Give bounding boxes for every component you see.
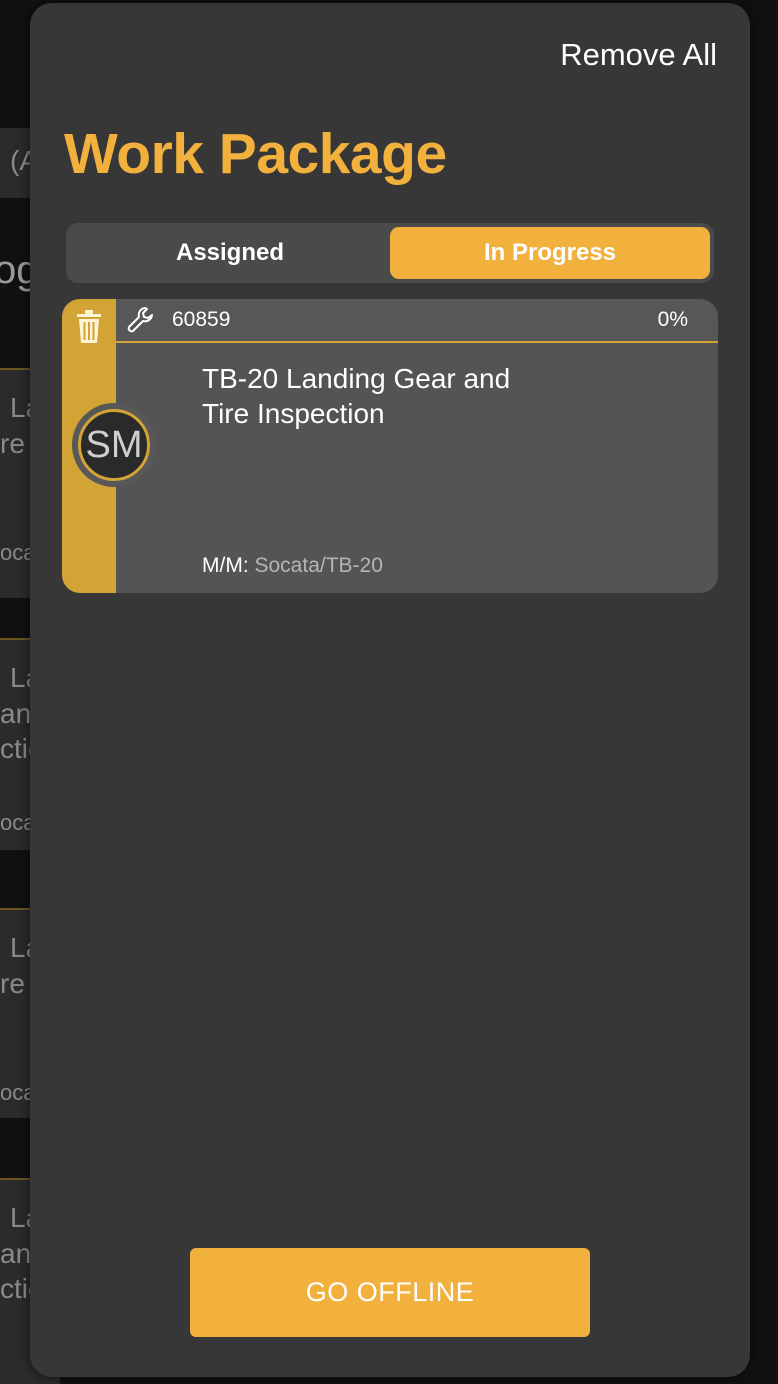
make-model-value: Socata/TB-20 <box>254 554 383 577</box>
tab-in-progress[interactable]: In Progress <box>390 227 710 279</box>
avatar: SM <box>72 403 156 487</box>
card-header: 60859 0% <box>116 299 718 343</box>
make-model-label: M/M: <box>202 554 249 577</box>
go-offline-button[interactable]: GO OFFLINE <box>190 1248 590 1337</box>
avatar-initials: SM <box>78 409 150 481</box>
page-title: Work Package <box>64 122 447 186</box>
work-order-card[interactable]: SM 60859 0% TB-20 Landing Gear and Tire … <box>62 299 718 593</box>
wrench-icon <box>127 307 153 333</box>
trash-icon[interactable] <box>73 309 105 345</box>
tab-assigned[interactable]: Assigned <box>70 227 390 279</box>
progress-percent: 0% <box>657 308 688 331</box>
make-model: M/M: Socata/TB-20 <box>202 554 383 578</box>
work-package-panel: Remove All Work Package Assigned In Prog… <box>30 3 750 1377</box>
remove-all-button[interactable]: Remove All <box>560 37 717 73</box>
status-segmented-control: Assigned In Progress <box>66 223 714 283</box>
work-order-number: 60859 <box>172 308 231 331</box>
work-order-title: TB-20 Landing Gear and Tire Inspection <box>202 363 511 429</box>
